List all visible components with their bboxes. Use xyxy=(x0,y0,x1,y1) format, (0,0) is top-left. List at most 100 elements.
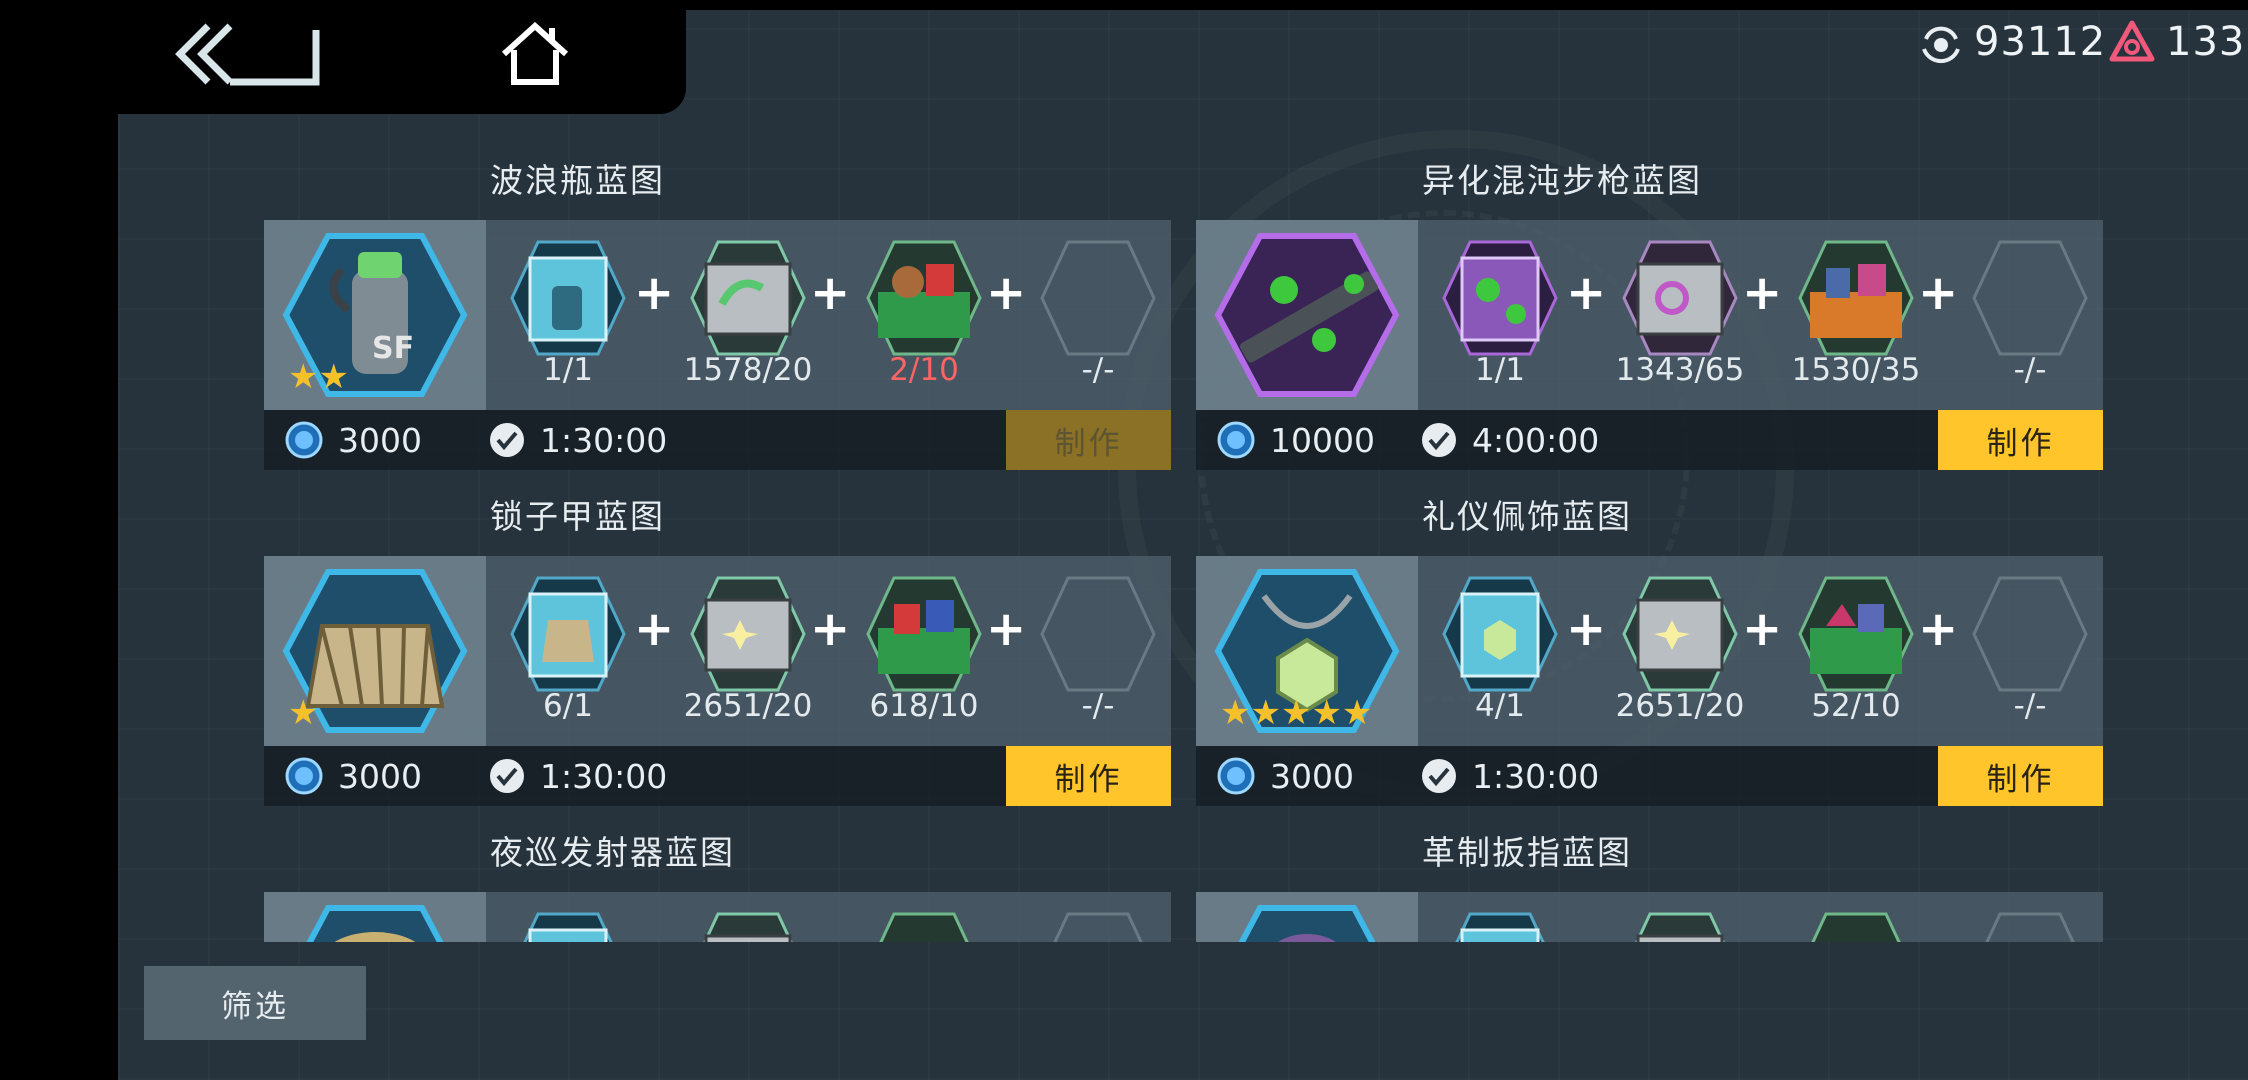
material-count: 1343/65 xyxy=(1615,352,1745,388)
coin-icon xyxy=(1922,26,1960,64)
blueprint-title: 革制扳指蓝图 xyxy=(1422,833,1632,872)
home-button[interactable] xyxy=(500,21,580,92)
thumb-ring-icon[interactable] xyxy=(1214,902,1400,942)
plus-icon: + xyxy=(986,265,1027,321)
cost-value: 10000 xyxy=(1270,420,1375,460)
craft-button[interactable]: 制作 xyxy=(1938,410,2103,470)
credit-icon xyxy=(1217,421,1255,459)
blueprint-title: 异化混沌步枪蓝图 xyxy=(1422,161,1702,200)
plus-icon: + xyxy=(1918,265,1959,321)
rifle-icon[interactable] xyxy=(1214,230,1400,400)
material-count: -/- xyxy=(1081,352,1115,388)
rarity-stars: ★★ xyxy=(288,357,349,397)
material-count: 1/1 xyxy=(543,352,593,388)
empty-slot-icon xyxy=(1972,576,2088,692)
material-count: 4/1 xyxy=(1475,688,1525,724)
plus-icon: + xyxy=(1742,265,1783,321)
plus-icon: + xyxy=(810,265,851,321)
credit-icon xyxy=(1217,757,1255,795)
component-box-icon[interactable] xyxy=(1620,906,1740,942)
time-value: 1:30:00 xyxy=(1472,756,1600,796)
craft-button[interactable]: 制作 xyxy=(1006,410,1171,470)
empty-slot-icon xyxy=(1040,576,1156,692)
material-count: -/- xyxy=(1081,688,1115,724)
cost-value: 3000 xyxy=(338,420,422,460)
back-button[interactable] xyxy=(170,20,330,90)
credit-icon xyxy=(285,421,323,459)
rarity-stars: ★ xyxy=(288,693,319,733)
blueprint-material-icon[interactable] xyxy=(508,906,628,942)
blueprint-card: 夜巡发射器蓝图 xyxy=(264,832,1171,942)
blueprint-list[interactable]: 波浪瓶蓝图 SF ★★ 1/1 + 1578/20 + 2/10 + -/- 3… xyxy=(264,160,2104,942)
blueprint-material-icon[interactable] xyxy=(1440,570,1560,700)
empty-slot-icon xyxy=(1040,240,1156,356)
plus-icon: + xyxy=(1918,601,1959,657)
check-clock-icon xyxy=(490,759,524,793)
back-icon xyxy=(175,23,320,86)
component-box-icon[interactable] xyxy=(688,906,808,942)
blueprint-card: 礼仪佩饰蓝图 ★★★★★ 4/1 + 2651/20 + 52/10 + -/-… xyxy=(1196,496,2103,806)
craft-button[interactable]: 制作 xyxy=(1006,746,1171,806)
plus-icon: + xyxy=(1566,265,1607,321)
material-count: 52/10 xyxy=(1811,688,1901,724)
supply-crate-icon[interactable] xyxy=(1796,906,1916,942)
plus-icon: + xyxy=(634,601,675,657)
material-count-insufficient: 2/10 xyxy=(889,352,959,388)
blueprint-card: 锁子甲蓝图 ★ 6/1 + 2651/20 + 618/10 + -/- 300… xyxy=(264,496,1171,806)
material-count: 6/1 xyxy=(543,688,593,724)
blueprint-card: 波浪瓶蓝图 SF ★★ 1/1 + 1578/20 + 2/10 + -/- 3… xyxy=(264,160,1171,470)
time-value: 1:30:00 xyxy=(540,420,668,460)
blueprint-material-icon[interactable] xyxy=(508,234,628,364)
plus-icon: + xyxy=(634,265,675,321)
craft-cost: 3000 xyxy=(284,410,422,470)
craft-time: 1:30:00 xyxy=(1420,746,1599,806)
empty-slot-icon xyxy=(1985,912,2075,942)
gem-icon xyxy=(2109,20,2155,62)
craft-cost: 3000 xyxy=(1216,746,1354,806)
coin-balance: 93112 xyxy=(1918,14,2106,70)
blueprint-material-icon[interactable] xyxy=(1440,234,1560,364)
supply-crate-icon[interactable] xyxy=(864,906,984,942)
filter-button[interactable]: 筛选 xyxy=(144,966,366,1040)
plus-icon: + xyxy=(986,601,1027,657)
launcher-icon[interactable] xyxy=(282,902,468,942)
credit-icon xyxy=(285,757,323,795)
home-icon xyxy=(501,21,569,85)
component-box-icon[interactable] xyxy=(1620,234,1740,364)
empty-slot-icon xyxy=(1053,912,1143,942)
blueprint-title: 礼仪佩饰蓝图 xyxy=(1422,497,1632,536)
supply-crate-icon[interactable] xyxy=(1796,234,1916,364)
supply-crate-icon[interactable] xyxy=(1796,570,1916,700)
component-box-icon[interactable] xyxy=(688,570,808,700)
coin-amount: 93112 xyxy=(1974,19,2107,65)
supply-crate-icon[interactable] xyxy=(864,234,984,364)
blueprint-title: 夜巡发射器蓝图 xyxy=(490,833,735,872)
blueprint-title: 波浪瓶蓝图 xyxy=(490,161,665,200)
component-box-icon[interactable] xyxy=(1620,570,1740,700)
craft-cost: 3000 xyxy=(284,746,422,806)
plus-icon: + xyxy=(1566,601,1607,657)
top-nav-bar xyxy=(0,0,686,114)
craft-time: 1:30:00 xyxy=(488,746,667,806)
supply-crate-icon[interactable] xyxy=(864,570,984,700)
material-count: -/- xyxy=(2013,352,2047,388)
blueprint-card: 革制扳指蓝图 xyxy=(1196,832,2103,942)
check-clock-icon xyxy=(1422,423,1456,457)
craft-time: 1:30:00 xyxy=(488,410,667,470)
blueprint-material-icon[interactable] xyxy=(508,570,628,700)
craft-cost: 10000 xyxy=(1216,410,1375,470)
plus-icon: + xyxy=(1742,601,1783,657)
cost-value: 3000 xyxy=(338,756,422,796)
svg-text:SF: SF xyxy=(372,331,414,366)
plus-icon: + xyxy=(810,601,851,657)
material-count: 2651/20 xyxy=(683,688,813,724)
craft-button[interactable]: 制作 xyxy=(1938,746,2103,806)
empty-slot-icon xyxy=(1972,240,2088,356)
blueprint-title: 锁子甲蓝图 xyxy=(490,497,665,536)
blueprint-material-icon[interactable] xyxy=(1440,906,1560,942)
gem-amount: 133 xyxy=(2166,19,2246,65)
check-clock-icon xyxy=(490,423,524,457)
component-box-icon[interactable] xyxy=(688,234,808,364)
blueprint-card: 异化混沌步枪蓝图 1/1 + 1343/65 + 1530/35 + -/- 1… xyxy=(1196,160,2103,470)
time-value: 1:30:00 xyxy=(540,756,668,796)
